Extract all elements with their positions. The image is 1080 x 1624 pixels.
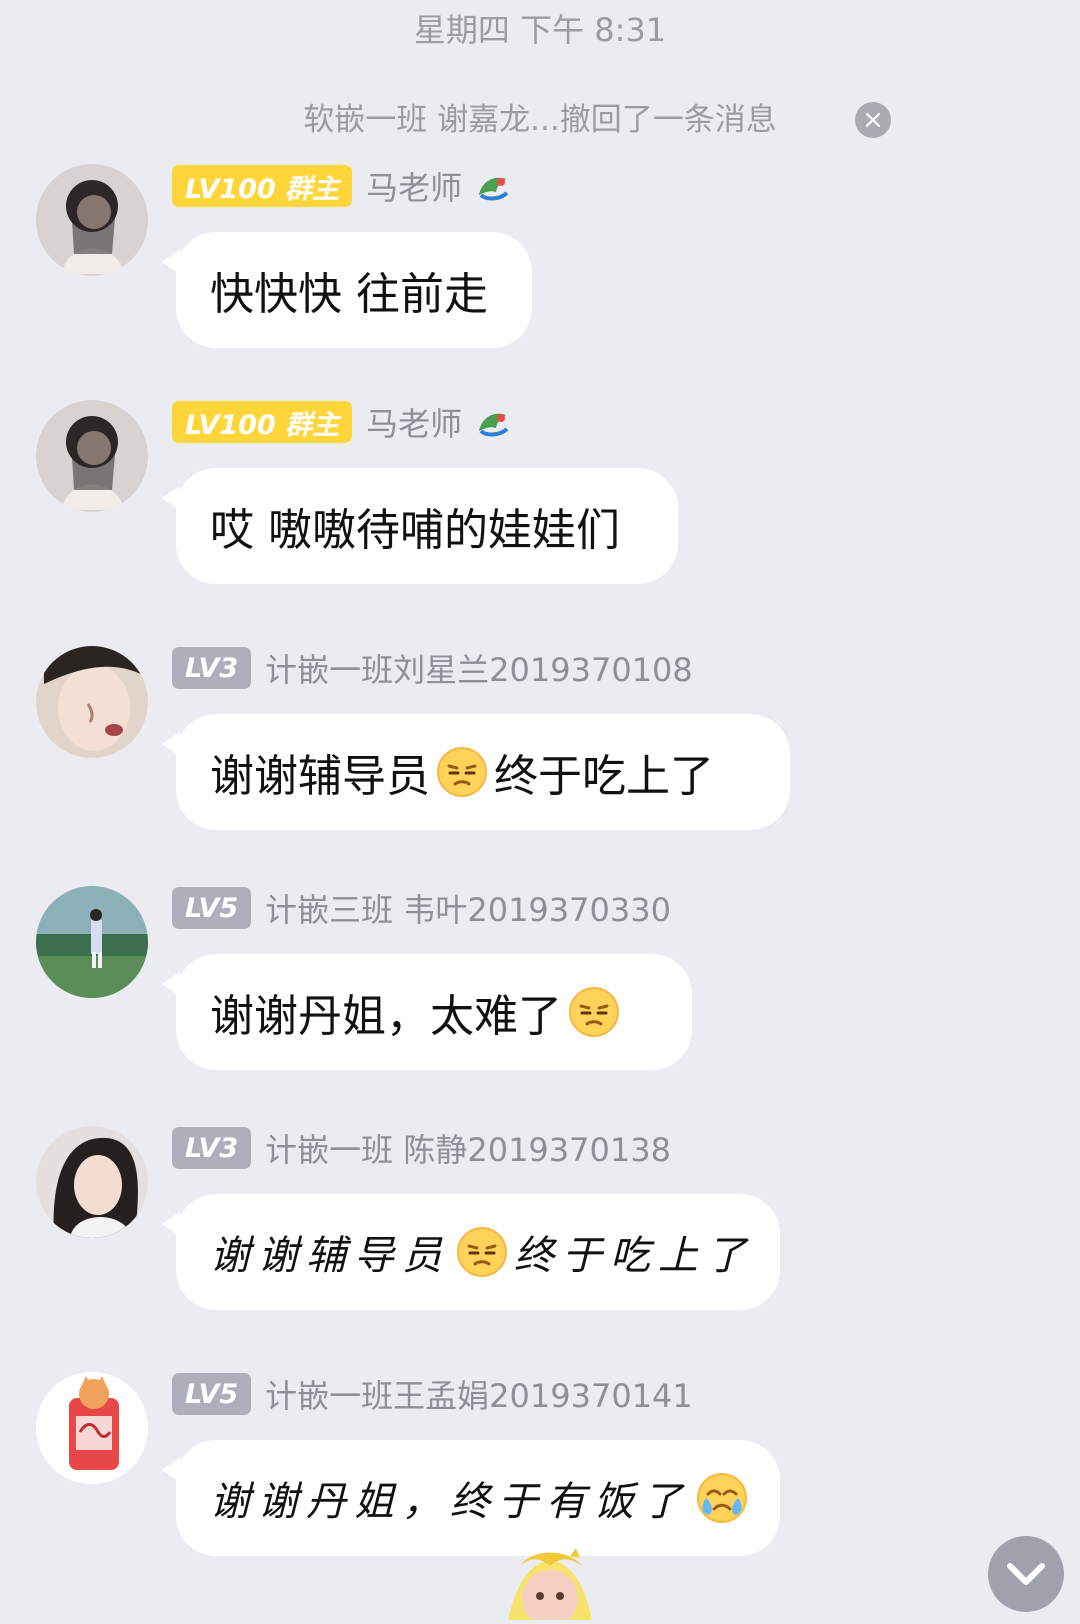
sender-name[interactable]: 计嵌一班王孟娟2019370141 xyxy=(265,1371,693,1417)
message-bubble[interactable]: 谢谢辅导员 终于吃上了 xyxy=(162,714,790,830)
annoyed-face-emoji xyxy=(568,986,620,1038)
message-meta: LV3 计嵌一班 陈静2019370138 xyxy=(172,1126,671,1170)
sender-name[interactable]: 计嵌一班刘星兰2019370108 xyxy=(265,645,693,691)
avatar[interactable] xyxy=(36,164,148,276)
sender-name[interactable]: 计嵌三班 韦叶2019370330 xyxy=(265,885,671,931)
sender-name[interactable]: 计嵌一班 陈静2019370138 xyxy=(265,1125,671,1171)
character-sticker[interactable] xyxy=(502,1548,598,1624)
sender-name[interactable]: 马老师 xyxy=(366,399,462,445)
message-meta: LV100 群主 马老师 xyxy=(172,164,514,208)
avatar[interactable] xyxy=(36,646,148,758)
message-meta: LV5 计嵌三班 韦叶2019370330 xyxy=(172,886,671,930)
annoyed-face-emoji xyxy=(456,1226,508,1278)
message-text: 谢谢辅导员 xyxy=(210,751,430,802)
recall-notice: 软嵌一班 谢嘉龙...撤回了一条消息 xyxy=(303,102,777,138)
message-text: 快快快 往前走 xyxy=(210,269,488,320)
crying-face-emoji xyxy=(696,1472,748,1524)
message-meta: LV5 计嵌一班王孟娟2019370141 xyxy=(172,1372,693,1416)
avatar[interactable] xyxy=(36,1372,148,1484)
chevron-down-icon xyxy=(1007,1563,1045,1585)
level-badge: LV5 xyxy=(172,1373,252,1415)
scroll-down-button[interactable] xyxy=(988,1536,1064,1612)
message-text: 终于吃上了 xyxy=(514,1233,754,1279)
message-item: LV5 计嵌一班王孟娟2019370141 谢谢丹姐，终于有饭了 xyxy=(0,1372,1080,1562)
message-item: LV3 计嵌一班刘星兰2019370108 谢谢辅导员 终于吃上了 xyxy=(0,646,1080,836)
message-text: 谢谢辅导员 xyxy=(210,1233,450,1279)
message-text: 谢谢丹姐，终于有饭了 xyxy=(210,1479,690,1525)
level-badge: LV3 xyxy=(172,647,252,689)
message-text: 哎 嗷嗷待哺的娃娃们 xyxy=(210,505,620,556)
message-bubble[interactable]: 哎 嗷嗷待哺的娃娃们 xyxy=(162,468,678,584)
message-item: LV100 群主 马老师 哎 嗷嗷待哺的娃娃们 xyxy=(0,400,1080,590)
message-text: 谢谢丹姐，太难了 xyxy=(210,991,562,1042)
message-text: 终于吃上了 xyxy=(494,751,714,802)
avatar[interactable] xyxy=(36,1126,148,1238)
level-badge: LV3 xyxy=(172,1127,252,1169)
sender-name[interactable]: 马老师 xyxy=(366,163,462,209)
message-item: LV5 计嵌三班 韦叶2019370330 谢谢丹姐，太难了 xyxy=(0,886,1080,1076)
message-item: LV100 群主 马老师 快快快 往前走 xyxy=(0,164,1080,354)
dragon-icon xyxy=(472,165,514,207)
level-badge: LV100 群主 xyxy=(172,165,353,207)
avatar[interactable] xyxy=(36,886,148,998)
message-bubble[interactable]: 谢谢丹姐，终于有饭了 xyxy=(162,1440,780,1556)
message-item: LV3 计嵌一班 陈静2019370138 谢谢辅导员 终于吃上了 xyxy=(0,1126,1080,1316)
level-badge: LV5 xyxy=(172,887,252,929)
close-icon[interactable]: × xyxy=(855,102,891,138)
dragon-icon xyxy=(472,401,514,443)
message-meta: LV3 计嵌一班刘星兰2019370108 xyxy=(172,646,693,690)
message-timestamp: 星期四 下午 8:31 xyxy=(413,11,667,49)
level-badge: LV100 群主 xyxy=(172,401,353,443)
message-bubble[interactable]: 谢谢辅导员 终于吃上了 xyxy=(162,1194,780,1310)
message-meta: LV100 群主 马老师 xyxy=(172,400,514,444)
message-bubble[interactable]: 谢谢丹姐，太难了 xyxy=(162,954,692,1070)
annoyed-face-emoji xyxy=(436,746,488,798)
message-bubble[interactable]: 快快快 往前走 xyxy=(162,232,532,348)
avatar[interactable] xyxy=(36,400,148,512)
